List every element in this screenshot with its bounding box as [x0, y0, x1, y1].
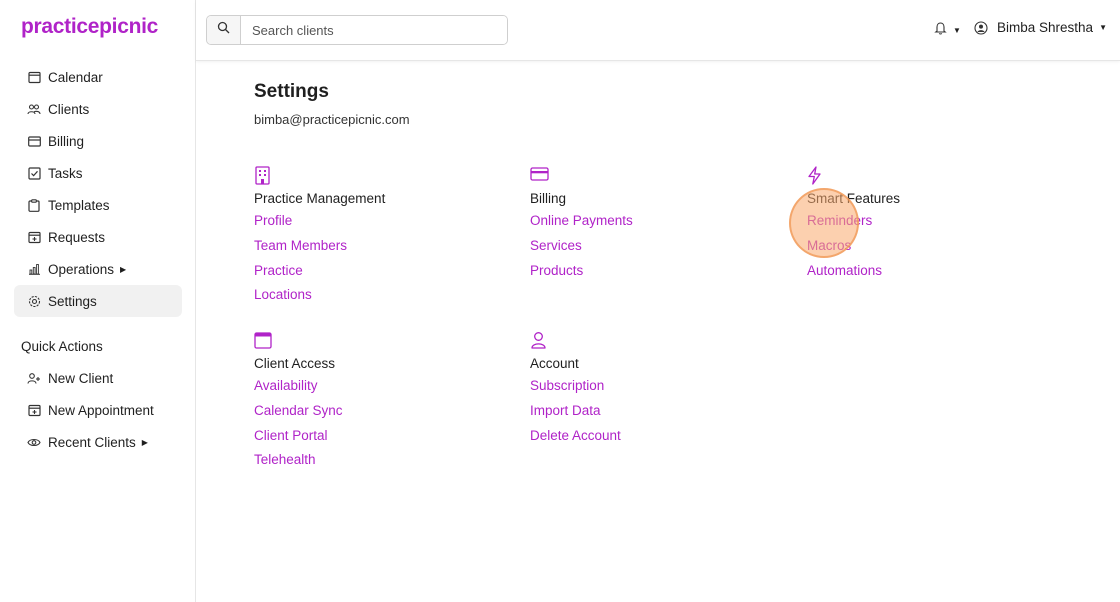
link-availability[interactable]: Availability: [254, 374, 343, 399]
users-icon: [27, 102, 41, 116]
quick-action-new-appointment[interactable]: New Appointment: [14, 394, 182, 426]
search-input[interactable]: [241, 16, 507, 44]
caret-right-icon: ▶: [120, 264, 127, 274]
bar-chart-icon: [27, 262, 41, 276]
caret-right-icon: ▶: [141, 437, 148, 447]
credit-card-icon: [530, 166, 549, 184]
link-team-members[interactable]: Team Members: [254, 234, 385, 259]
user-plus-icon: [27, 371, 41, 385]
sidebar: practicepicnic Calendar Clients Billing …: [0, 0, 196, 602]
chevron-down-icon: ▼: [1099, 23, 1107, 32]
link-automations[interactable]: Automations: [807, 259, 900, 284]
section-client-access: Client Access Availability Calendar Sync…: [254, 331, 343, 473]
link-services[interactable]: Services: [530, 234, 633, 259]
sidebar-nav: Calendar Clients Billing Tasks Templates: [14, 61, 182, 317]
bell-icon: [934, 21, 947, 40]
sidebar-item-billing[interactable]: Billing: [14, 125, 182, 157]
quick-action-label: Recent Clients: [48, 434, 136, 450]
sidebar-item-templates[interactable]: Templates: [14, 189, 182, 221]
search-box: [206, 15, 508, 45]
top-bar: ▼ Bimba Shrestha ▼: [196, 0, 1120, 61]
sidebar-item-label: Requests: [48, 229, 106, 245]
user-icon: [530, 331, 548, 349]
user-name: Bimba Shrestha: [997, 20, 1094, 35]
account-email: bimba@practicepicnic.com: [254, 112, 410, 127]
calendar-icon: [254, 331, 272, 349]
lightning-icon: [807, 166, 825, 185]
quick-action-new-client[interactable]: New Client: [14, 362, 182, 394]
sidebar-item-requests[interactable]: Requests: [14, 221, 182, 253]
search-icon: [217, 21, 230, 39]
clipboard-icon: [27, 198, 41, 212]
calendar-plus-icon: [27, 230, 41, 244]
brand-logo[interactable]: practicepicnic: [21, 15, 158, 39]
quick-action-label: New Client: [48, 370, 114, 386]
sidebar-item-operations[interactable]: Operations ▶: [14, 253, 182, 285]
eye-icon: [27, 435, 41, 449]
credit-card-icon: [27, 134, 41, 148]
sidebar-item-label: Settings: [48, 293, 97, 309]
link-online-payments[interactable]: Online Payments: [530, 209, 633, 234]
link-subscription[interactable]: Subscription: [530, 374, 621, 399]
link-practice[interactable]: Practice: [254, 259, 385, 284]
page-title: Settings: [254, 81, 329, 102]
sidebar-item-label: Templates: [48, 197, 110, 213]
section-title: Practice Management: [254, 191, 386, 206]
sidebar-item-label: Tasks: [48, 165, 83, 181]
chevron-down-icon: ▼: [953, 26, 961, 35]
sidebar-item-settings[interactable]: Settings: [14, 285, 182, 317]
link-client-portal[interactable]: Client Portal: [254, 424, 343, 449]
sidebar-item-tasks[interactable]: Tasks: [14, 157, 182, 189]
notifications-button[interactable]: ▼: [934, 21, 961, 40]
user-menu[interactable]: Bimba Shrestha ▼: [974, 20, 1107, 35]
section-practice-management: Practice Management Profile Team Members…: [254, 166, 385, 308]
link-calendar-sync[interactable]: Calendar Sync: [254, 399, 343, 424]
link-reminders[interactable]: Reminders: [807, 209, 900, 234]
sidebar-item-label: Calendar: [48, 69, 103, 85]
calendar-icon: [27, 70, 41, 84]
gear-icon: [27, 294, 41, 308]
quick-actions-heading: Quick Actions: [21, 339, 103, 354]
link-profile[interactable]: Profile: [254, 209, 385, 234]
link-products[interactable]: Products: [530, 259, 633, 284]
link-import-data[interactable]: Import Data: [530, 399, 621, 424]
sidebar-item-label: Billing: [48, 133, 85, 149]
link-locations[interactable]: Locations: [254, 283, 385, 308]
user-avatar-icon: [974, 20, 988, 35]
section-title: Smart Features: [807, 191, 901, 206]
sidebar-item-label: Clients: [48, 101, 90, 117]
section-account: Account Subscription Import Data Delete …: [530, 331, 621, 448]
section-title: Client Access: [254, 356, 336, 371]
sidebar-item-label: Operations: [48, 261, 115, 277]
building-icon: [254, 166, 272, 185]
section-title: Account: [530, 356, 579, 371]
quick-actions: New Client New Appointment Recent Client…: [14, 362, 182, 458]
link-delete-account[interactable]: Delete Account: [530, 424, 621, 449]
quick-action-label: New Appointment: [48, 402, 154, 418]
sidebar-item-clients[interactable]: Clients: [14, 93, 182, 125]
link-telehealth[interactable]: Telehealth: [254, 448, 343, 473]
section-billing: Billing Online Payments Services Product…: [530, 166, 633, 283]
link-macros[interactable]: Macros: [807, 234, 900, 259]
section-title: Billing: [530, 191, 567, 206]
section-smart-features: Smart Features Reminders Macros Automati…: [807, 166, 900, 283]
search-button[interactable]: [207, 16, 241, 44]
sidebar-item-calendar[interactable]: Calendar: [14, 61, 182, 93]
checkbox-icon: [27, 166, 41, 180]
quick-action-recent-clients[interactable]: Recent Clients ▶: [14, 426, 182, 458]
calendar-plus-icon: [27, 403, 41, 417]
